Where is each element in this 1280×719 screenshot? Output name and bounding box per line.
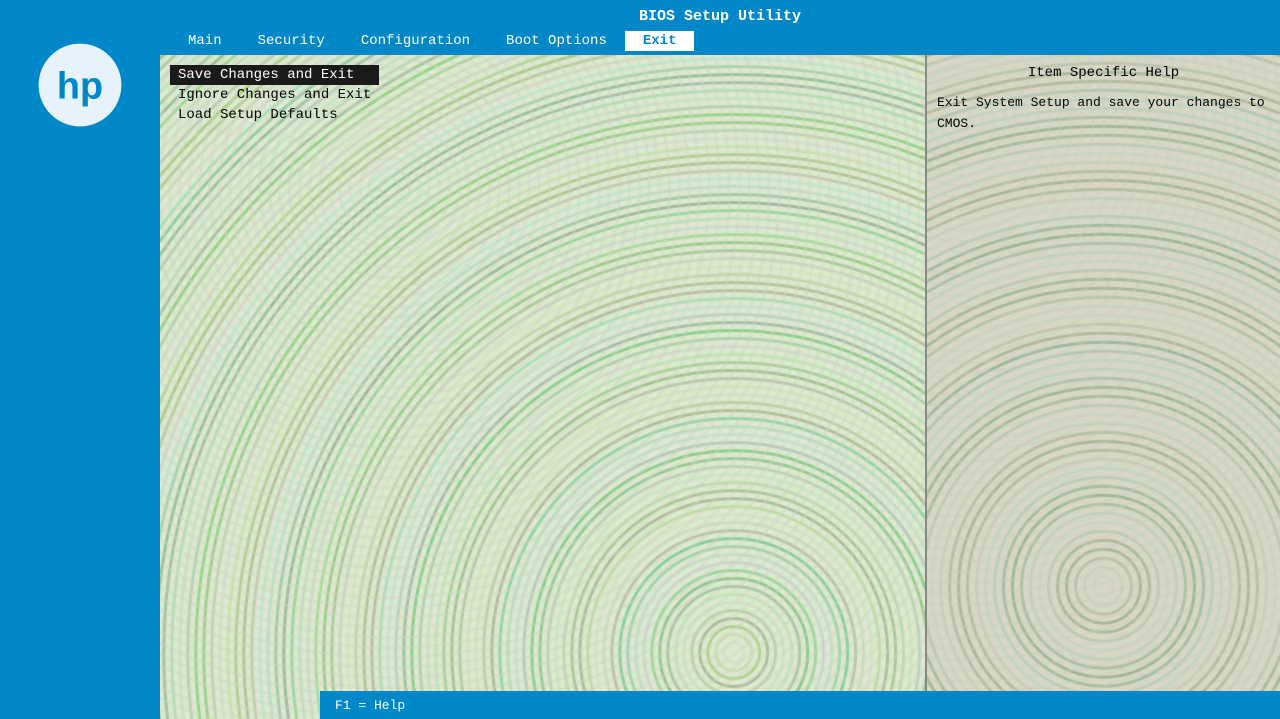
nav-item-security[interactable]: Security bbox=[240, 31, 343, 51]
content-area: Save Changes and ExitIgnore Changes and … bbox=[160, 55, 1280, 719]
main-area: BIOS Setup Utility MainSecurityConfigura… bbox=[160, 0, 1280, 719]
nav-bar: MainSecurityConfigurationBoot OptionsExi… bbox=[160, 29, 1280, 55]
right-swirl-background bbox=[927, 55, 1280, 719]
nav-item-configuration[interactable]: Configuration bbox=[343, 31, 488, 51]
nav-item-main[interactable]: Main bbox=[170, 31, 240, 51]
title-bar: BIOS Setup Utility bbox=[160, 0, 1280, 29]
help-text: Exit System Setup and save your changes … bbox=[937, 93, 1270, 135]
menu-item-save-changes-and-exit[interactable]: Save Changes and Exit bbox=[170, 65, 379, 85]
bottom-bar: F1 = Help bbox=[320, 691, 1280, 719]
help-content: Item Specific Help Exit System Setup and… bbox=[937, 65, 1270, 135]
bottom-help-label: F1 = Help bbox=[335, 698, 405, 713]
menu-item-ignore-changes-and-exit[interactable]: Ignore Changes and Exit bbox=[170, 85, 379, 105]
logo-area: hp bbox=[0, 0, 160, 719]
page-title: BIOS Setup Utility bbox=[639, 8, 801, 25]
menu-items: Save Changes and ExitIgnore Changes and … bbox=[170, 65, 379, 125]
left-panel: Save Changes and ExitIgnore Changes and … bbox=[160, 55, 925, 719]
menu-item-load-setup-defaults[interactable]: Load Setup Defaults bbox=[170, 105, 379, 125]
right-panel: Item Specific Help Exit System Setup and… bbox=[925, 55, 1280, 719]
svg-text:hp: hp bbox=[57, 66, 103, 108]
swirl-background bbox=[160, 55, 925, 719]
nav-item-boot-options[interactable]: Boot Options bbox=[488, 31, 625, 51]
nav-item-exit[interactable]: Exit bbox=[625, 31, 695, 51]
hp-logo: hp bbox=[35, 40, 125, 130]
help-title: Item Specific Help bbox=[937, 65, 1270, 81]
